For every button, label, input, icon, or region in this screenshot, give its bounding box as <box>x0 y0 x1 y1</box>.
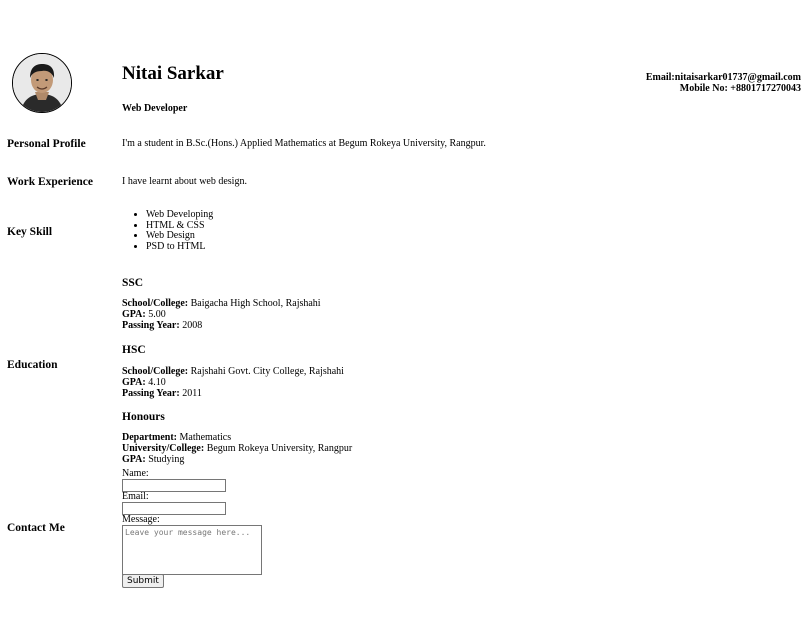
honours-details: Department: Mathematics University/Colle… <box>122 432 353 465</box>
header-mobile: Mobile No: +8801717270043 <box>679 83 801 94</box>
message-label: Message: <box>122 514 160 525</box>
submit-button[interactable]: Submit <box>122 574 164 588</box>
ssc-gpa: 5.00 <box>148 308 166 320</box>
honours-dept: Mathematics <box>179 432 232 443</box>
honours-gpa-label: GPA: <box>122 453 146 465</box>
honours-heading: Honours <box>122 411 165 423</box>
name-label: Name: <box>122 468 149 479</box>
ssc-year-label: Passing Year: <box>122 319 180 331</box>
ssc-details: School/College: Baigacha High School, Ra… <box>122 298 321 331</box>
message-textarea[interactable] <box>122 525 262 575</box>
ssc-school: Baigacha High School, Rajshahi <box>190 298 321 309</box>
avatar-person-icon <box>13 54 71 112</box>
hsc-gpa: 4.10 <box>148 376 166 388</box>
header-contact: Email:nitaisarkar01737@gmail.com Mobile … <box>646 72 801 94</box>
section-label-skills: Key Skill <box>7 226 53 238</box>
profile-text: I'm a student in B.Sc.(Hons.) Applied Ma… <box>122 138 486 149</box>
ssc-heading: SSC <box>122 277 144 289</box>
section-label-contact: Contact Me <box>7 522 65 534</box>
honours-uni: Begum Rokeya University, Rangpur <box>206 442 353 454</box>
section-label-education: Education <box>7 359 58 371</box>
hsc-gpa-label: GPA: <box>122 376 146 388</box>
section-label-experience: Work Experience <box>7 176 93 188</box>
hsc-school-label: School/College: <box>122 366 189 377</box>
ssc-school-label: School/College: <box>122 298 189 309</box>
ssc-year: 2008 <box>182 319 203 331</box>
hsc-heading: HSC <box>122 344 146 356</box>
profile-photo <box>12 53 72 113</box>
job-title: Web Developer <box>122 103 188 114</box>
hsc-school: Rajshahi Govt. City College, Rajshahi <box>190 366 344 377</box>
page-title: Nitai Sarkar <box>122 63 224 84</box>
hsc-year-label: Passing Year: <box>122 387 180 399</box>
skills-block: Web Developing HTML & CSS Web Design PSD… <box>122 209 213 253</box>
header-email: Email:nitaisarkar01737@gmail.com <box>645 72 801 83</box>
honours-dept-label: Department: <box>122 432 177 443</box>
honours-uni-label: University/College: <box>122 442 205 454</box>
honours-gpa: Studying <box>148 453 185 465</box>
email-label: Email: <box>122 491 149 502</box>
hsc-year: 2011 <box>182 387 202 399</box>
skills-list: Web Developing HTML & CSS Web Design PSD… <box>122 209 213 253</box>
hsc-details: School/College: Rajshahi Govt. City Coll… <box>122 366 344 399</box>
section-label-profile: Personal Profile <box>7 138 86 150</box>
experience-text: I have learnt about web design. <box>122 176 247 187</box>
list-item: PSD to HTML <box>146 241 213 253</box>
ssc-gpa-label: GPA: <box>122 308 146 320</box>
